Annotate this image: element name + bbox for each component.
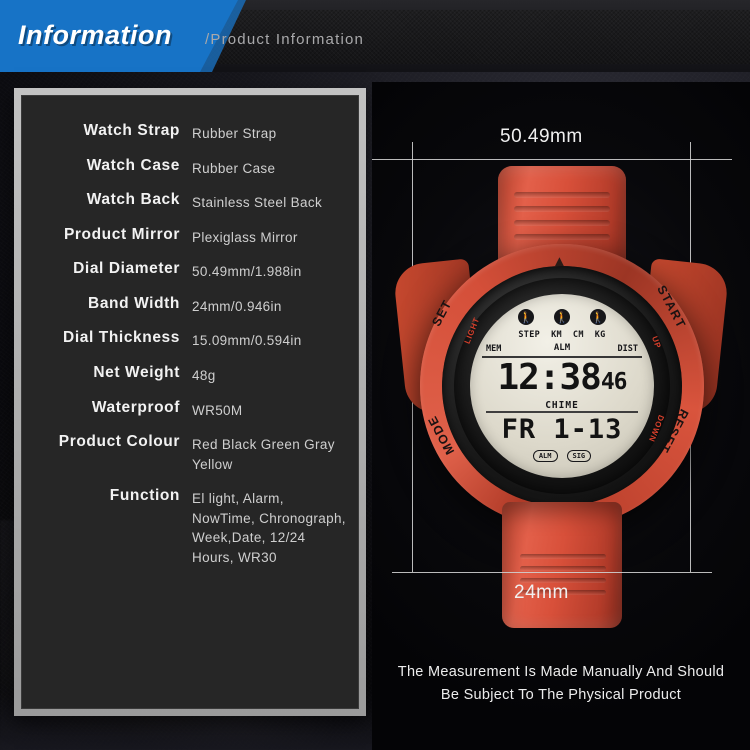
spec-value: 48g bbox=[192, 367, 216, 383]
table-row: Watch Back Stainless Steel Back bbox=[28, 191, 346, 226]
table-row: Dial Thickness 15.09mm/0.594in bbox=[28, 329, 346, 364]
table-row: Band Width 24mm/0.946in bbox=[28, 295, 346, 330]
measurement-disclaimer: The Measurement Is Made Manually And Sho… bbox=[372, 661, 750, 706]
disclaimer-line-2: Be Subject To The Physical Product bbox=[440, 686, 682, 703]
spec-value: WR50M bbox=[192, 402, 243, 418]
specification-table-body: Watch Strap Rubber Strap Watch Case Rubb… bbox=[28, 122, 346, 580]
spec-value: Rubber Case bbox=[192, 160, 276, 176]
spec-value: Red Black Green Gray Yellow bbox=[192, 437, 335, 472]
spec-value: 24mm/0.946in bbox=[192, 298, 282, 314]
table-row: Product Colour Red Black Green Gray Yell… bbox=[28, 433, 346, 487]
table-row: Net Weight 48g bbox=[28, 364, 346, 399]
page-title: Information bbox=[18, 20, 172, 50]
lcd-seconds-value: 46 bbox=[600, 369, 628, 395]
table-row: Dial Diameter 50.49mm/1.988in bbox=[28, 260, 346, 295]
lcd-unit-kg: KG bbox=[594, 330, 606, 340]
product-image-area: 50.49mm ▲ SET MODE START RESET LIGHT UP … bbox=[372, 82, 750, 750]
spec-label: Waterproof bbox=[91, 398, 180, 416]
lcd-indicator-pills: ALM SIG bbox=[470, 450, 654, 462]
page-header: Information /Product Information bbox=[0, 0, 750, 72]
watch-product-image: ▲ SET MODE START RESET LIGHT UP DOWN 🚶 🚶… bbox=[392, 166, 732, 628]
dimension-line-width bbox=[372, 159, 732, 160]
table-row: Watch Case Rubber Case bbox=[28, 157, 346, 192]
spec-value: 50.49mm/1.988in bbox=[192, 264, 302, 280]
spec-label: Net Weight bbox=[93, 363, 180, 381]
lcd-unit-cm: CM bbox=[572, 330, 584, 340]
lcd-chime-label: CHIME bbox=[545, 400, 579, 411]
lcd-unit-km: KM bbox=[551, 330, 562, 340]
dimension-label-band: 24mm bbox=[514, 582, 569, 603]
lcd-date-value: FR 1-13 bbox=[501, 414, 623, 445]
spec-label: Watch Strap bbox=[83, 122, 180, 139]
lcd-time: 12:3846 bbox=[470, 360, 654, 396]
spec-label: Band Width bbox=[88, 294, 180, 312]
page-subtitle: /Product Information bbox=[205, 31, 365, 48]
lcd-unit-labels: STEP KM CM KG bbox=[470, 330, 654, 340]
spec-label: Product Colour bbox=[58, 433, 180, 451]
lcd-unit-step: STEP bbox=[518, 330, 541, 340]
lcd-runner-icons: 🚶 🚶 🚶 bbox=[470, 309, 654, 325]
watch-band-bottom bbox=[502, 502, 622, 628]
lcd-divider-lower bbox=[486, 411, 638, 413]
runner-icon: 🚶 bbox=[518, 309, 534, 325]
specification-panel-inner: Watch Strap Rubber Strap Watch Case Rubb… bbox=[21, 95, 359, 709]
spec-label: Product Mirror bbox=[63, 225, 180, 243]
specification-panel: Watch Strap Rubber Strap Watch Case Rubb… bbox=[14, 88, 366, 716]
spec-label: Dial Diameter bbox=[73, 260, 180, 278]
spec-label: Dial Thickness bbox=[63, 329, 180, 347]
table-row: Product Mirror Plexiglass Mirror bbox=[28, 226, 346, 261]
spec-label: Watch Back bbox=[86, 191, 180, 209]
spec-value: Stainless Steel Back bbox=[192, 195, 323, 211]
runner-icon: 🚶 bbox=[554, 309, 570, 325]
spec-value: Rubber Strap bbox=[192, 126, 277, 141]
table-row: Waterproof WR50M bbox=[28, 399, 346, 434]
table-row: Function El light, Alarm, NowTime, Chron… bbox=[28, 487, 346, 580]
table-row: Watch Strap Rubber Strap bbox=[28, 122, 346, 157]
spec-label: Function bbox=[109, 487, 180, 505]
product-info-screenshot: Information /Product Information Watch S… bbox=[0, 0, 750, 750]
spec-value: El light, Alarm, NowTime, Chronograph, W… bbox=[192, 491, 346, 565]
lcd-pill-alarm: ALM bbox=[532, 450, 558, 462]
spec-value: 15.09mm/0.594in bbox=[192, 333, 302, 349]
spec-value: Plexiglass Mirror bbox=[192, 229, 298, 245]
lcd-time-value: 12:38 bbox=[497, 357, 601, 398]
dimension-line-band bbox=[392, 572, 712, 573]
watch-lcd-display: 🚶 🚶 🚶 STEP KM CM KG MEM DIST ALM 12:3846… bbox=[470, 294, 654, 478]
dimension-label-width: 50.49mm bbox=[500, 126, 583, 147]
specification-table: Watch Strap Rubber Strap Watch Case Rubb… bbox=[28, 122, 346, 580]
runner-icon: 🚶 bbox=[590, 309, 606, 325]
lcd-alarm-label: ALM bbox=[553, 343, 571, 353]
lcd-pill-signal: SIG bbox=[566, 450, 592, 462]
disclaimer-line-1: The Measurement Is Made Manually And Sho… bbox=[397, 664, 725, 681]
spec-label: Watch Case bbox=[86, 156, 180, 174]
